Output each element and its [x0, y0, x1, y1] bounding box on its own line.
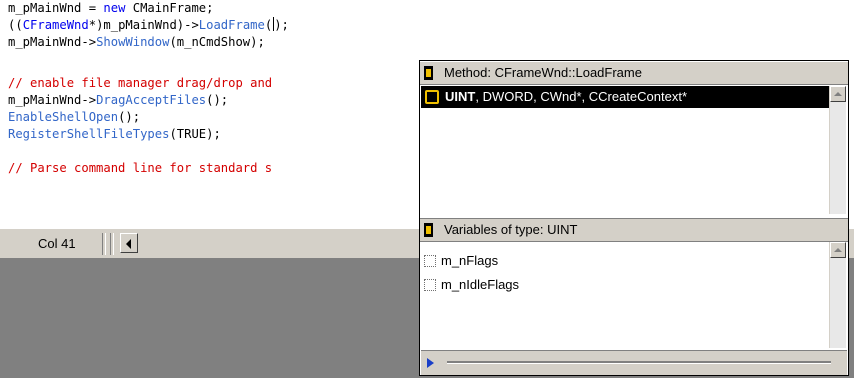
code-token: CFrameWnd [22, 18, 89, 32]
code-token: ( [264, 18, 273, 32]
code-token: *)m_pMainWnd)-> [88, 18, 199, 32]
variable-icon [424, 255, 436, 267]
code-token: (); [118, 110, 141, 124]
variable-label: m_nFlags [441, 253, 499, 268]
code-line[interactable]: RegisterShellFileTypes(TRUE); [8, 126, 221, 143]
horizontal-scrollbar[interactable] [120, 233, 400, 253]
signature-rest: , DWORD, CWnd*, CCreateContext* [475, 89, 688, 104]
variables-header: Variables of type: UINT [420, 218, 848, 242]
play-arrow-icon[interactable] [427, 358, 434, 368]
code-line[interactable]: m_pMainWnd = new CMainFrame; [8, 0, 213, 17]
scroll-left-arrow-icon[interactable] [120, 233, 138, 253]
variables-type-icon [424, 223, 433, 237]
code-token: (( [8, 18, 23, 32]
code-line[interactable]: m_pMainWnd->ShowWindow(m_nCmdShow); [8, 34, 265, 51]
code-token: m_pMainWnd-> [8, 93, 97, 107]
code-token: m_pMainWnd = [8, 1, 104, 15]
signature-row[interactable]: UINT, DWORD, CWnd*, CCreateContext* [421, 86, 841, 108]
method-header: Method: CFrameWnd::LoadFrame [420, 62, 848, 85]
code-token: EnableShellOpen [8, 110, 119, 124]
code-line[interactable]: // enable file manager drag/drop and [8, 75, 272, 92]
method-icon [424, 66, 433, 80]
code-token: DragAcceptFiles [96, 93, 207, 107]
code-line[interactable]: // Parse command line for standard s [8, 160, 272, 177]
code-token: (); [206, 93, 229, 107]
code-token: new [103, 1, 126, 15]
scroll-up-arrow-icon[interactable] [830, 86, 846, 102]
code-line[interactable]: EnableShellOpen(); [8, 109, 140, 126]
code-token: LoadFrame [198, 18, 265, 32]
method-title: Method: CFrameWnd::LoadFrame [444, 65, 642, 80]
status-divider [102, 233, 106, 255]
variables-title: Variables of type: UINT [444, 222, 578, 237]
code-token: // Parse command line for standard s [8, 161, 273, 175]
code-token: (TRUE); [169, 127, 221, 141]
code-line[interactable]: m_pMainWnd->DragAcceptFiles(); [8, 92, 228, 109]
variable-icon [424, 279, 436, 291]
variables-scrollbar[interactable] [829, 242, 846, 348]
code-token: CMainFrame; [125, 1, 214, 15]
signature-icon [425, 90, 439, 104]
status-divider [110, 233, 114, 255]
code-token: ShowWindow [96, 35, 170, 49]
code-token: (m_nCmdShow); [169, 35, 265, 49]
code-token: RegisterShellFileTypes [8, 127, 170, 141]
code-line[interactable]: ((CFrameWnd*)m_pMainWnd)->LoadFrame(); [8, 17, 289, 34]
code-token: // enable file manager drag/drop and [8, 76, 273, 90]
current-parameter: UINT [445, 89, 476, 104]
variable-label: m_nIdleFlags [441, 277, 520, 292]
code-token: m_pMainWnd-> [8, 35, 97, 49]
scroll-up-arrow-icon[interactable] [830, 242, 846, 258]
signature-scrollbar[interactable] [829, 86, 846, 214]
footer-track [447, 361, 831, 364]
column-indicator: Col 41 [38, 236, 76, 251]
intellisense-popup[interactable]: Method: CFrameWnd::LoadFrame UINT, DWORD… [419, 60, 849, 376]
popup-footer [421, 350, 847, 375]
code-token: ); [274, 18, 289, 32]
